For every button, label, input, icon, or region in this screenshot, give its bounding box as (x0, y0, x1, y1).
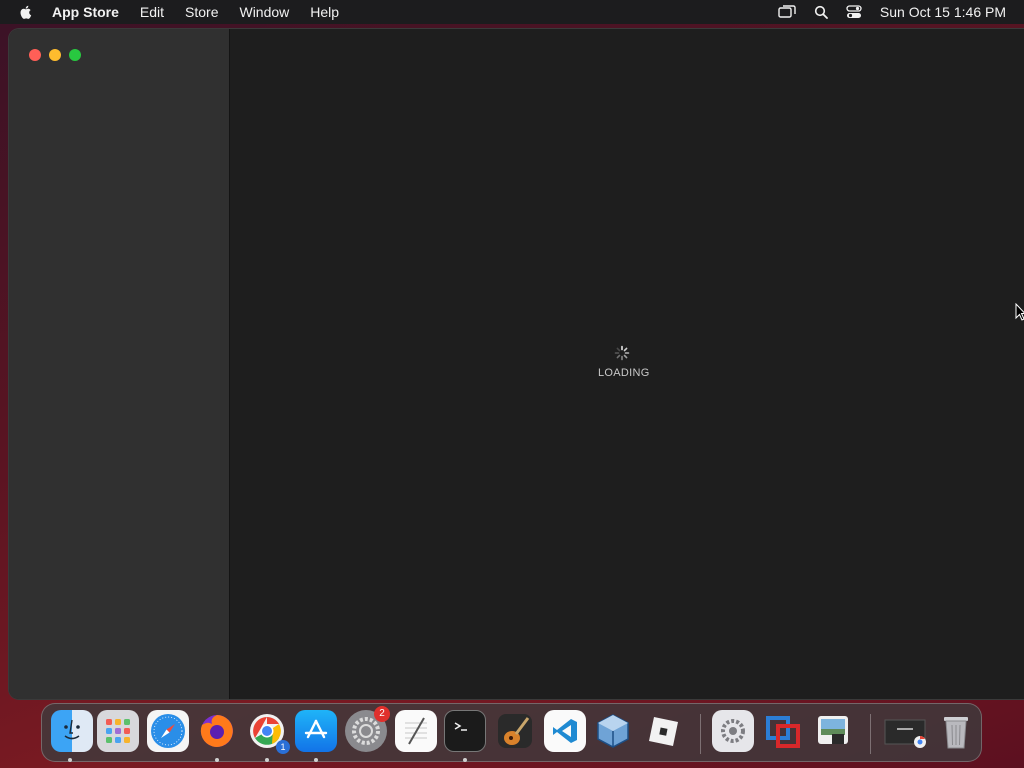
preview-icon[interactable] (812, 710, 854, 752)
sidebar (9, 29, 230, 699)
apple-menu-icon[interactable] (18, 4, 34, 20)
chrome-window-thumbnail-icon[interactable] (883, 710, 929, 752)
menu-app-name[interactable]: App Store (52, 4, 119, 20)
window-controls (29, 49, 89, 61)
dock-separator (870, 714, 871, 754)
menu-help[interactable]: Help (310, 4, 339, 20)
trash-icon[interactable] (935, 710, 977, 752)
garageband-icon[interactable] (494, 710, 536, 752)
dock: 1 2 (41, 703, 982, 762)
safari-icon[interactable] (147, 710, 189, 752)
menu-window[interactable]: Window (239, 4, 289, 20)
minimize-button[interactable] (49, 49, 61, 61)
running-indicator (463, 758, 467, 762)
launchpad-icon[interactable] (97, 710, 139, 752)
menu-clock[interactable]: Sun Oct 15 1:46 PM (880, 4, 1006, 20)
running-indicator (68, 758, 72, 762)
virtualbox-icon[interactable] (592, 710, 634, 752)
loading-spinner-icon (614, 345, 630, 361)
mouse-cursor-icon (1015, 303, 1024, 321)
textedit-icon[interactable] (395, 710, 437, 752)
running-indicator (265, 758, 269, 762)
dock-separator (700, 714, 701, 754)
menu-edit[interactable]: Edit (140, 4, 164, 20)
status-area: Sun Oct 15 1:46 PM (760, 0, 1006, 24)
menu-store[interactable]: Store (185, 4, 218, 20)
roblox-icon[interactable] (642, 710, 684, 752)
control-center-icon[interactable] (846, 5, 862, 19)
close-button[interactable] (29, 49, 41, 61)
loading-indicator: LOADING (598, 345, 650, 379)
app-store-icon[interactable] (295, 710, 337, 752)
chrome-icon[interactable]: 1 (246, 710, 290, 754)
running-indicator (215, 758, 219, 762)
screen-mirroring-icon[interactable] (778, 5, 796, 19)
app-store-window (9, 29, 1024, 699)
loading-label: LOADING (598, 367, 650, 379)
parallels-icon[interactable] (762, 710, 804, 752)
terminal-icon[interactable] (444, 710, 486, 752)
notification-badge: 2 (374, 706, 390, 722)
maximize-button[interactable] (69, 49, 81, 61)
finder-icon[interactable] (51, 710, 93, 752)
search-icon[interactable] (814, 5, 828, 19)
settings-icon[interactable] (712, 710, 754, 752)
vscode-icon[interactable] (544, 710, 586, 752)
running-indicator (314, 758, 318, 762)
system-preferences-icon[interactable]: 2 (345, 706, 390, 752)
menu-bar: App Store Edit Store Window Help Sun Oct… (0, 0, 1024, 24)
firefox-icon[interactable] (196, 710, 238, 752)
chrome-download-badge: 1 (276, 740, 290, 754)
